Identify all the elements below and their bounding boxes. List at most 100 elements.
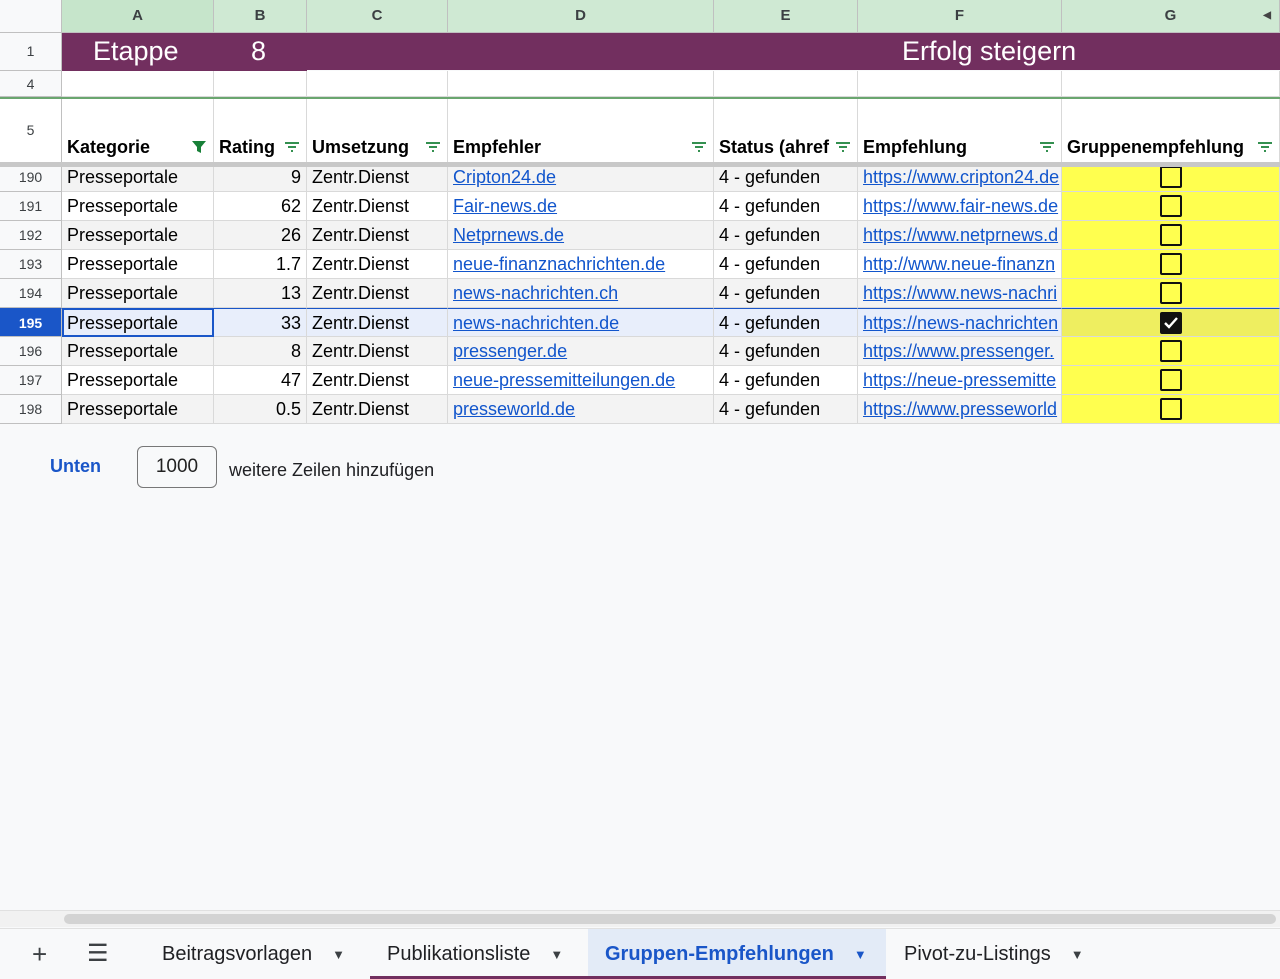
header-rating[interactable]: Rating xyxy=(214,99,307,163)
cell-empfehler[interactable]: Cripton24.de xyxy=(448,163,714,192)
cell-kategorie[interactable]: Presseportale xyxy=(62,308,214,337)
header-empfehlung[interactable]: Empfehlung xyxy=(858,99,1062,163)
sheet-tab-beitragsvorlagen[interactable]: Beitragsvorlagen ▼ xyxy=(162,929,362,979)
header-empfehler[interactable]: Empfehler xyxy=(448,99,714,163)
filter-icon[interactable] xyxy=(284,140,300,154)
cell-umsetzung[interactable]: Zentr.Dienst xyxy=(307,308,448,337)
scrollbar-thumb[interactable] xyxy=(64,914,1276,924)
cell-empfehler[interactable]: presseworld.de xyxy=(448,395,714,424)
row-count-input[interactable]: 1000 xyxy=(137,446,217,488)
cell-umsetzung[interactable]: Zentr.Dienst xyxy=(307,337,448,366)
checkbox[interactable] xyxy=(1159,253,1182,275)
empfehler-link[interactable]: news-nachrichten.de xyxy=(453,313,619,333)
checkbox[interactable] xyxy=(1159,166,1182,188)
row-header[interactable]: 194 xyxy=(0,279,62,308)
header-gruppenempfehlung[interactable]: Gruppenempfehlung xyxy=(1062,99,1280,163)
checkbox[interactable] xyxy=(1159,340,1182,362)
column-header-a[interactable]: A xyxy=(62,0,214,33)
cell-status[interactable]: 4 - gefunden xyxy=(714,163,858,192)
cell-kategorie[interactable]: Presseportale xyxy=(62,366,214,395)
cell-rating[interactable]: 26 xyxy=(214,221,307,250)
checkbox[interactable] xyxy=(1159,398,1182,420)
cell-gruppenempfehlung[interactable] xyxy=(1062,366,1280,395)
cell-gruppenempfehlung[interactable] xyxy=(1062,250,1280,279)
frozen-rows-divider[interactable] xyxy=(0,162,1280,167)
cell-gruppenempfehlung[interactable] xyxy=(1062,395,1280,424)
sheet-tab-publikationsliste[interactable]: Publikationsliste ▼ xyxy=(370,929,588,979)
cell-empfehlung[interactable]: https://neue-pressemitte xyxy=(858,366,1062,395)
chevron-down-icon[interactable]: ▼ xyxy=(1071,947,1084,962)
filter-icon[interactable] xyxy=(835,140,851,154)
row-header[interactable]: 197 xyxy=(0,366,62,395)
add-sheet-icon[interactable]: + xyxy=(32,941,47,967)
cell-gruppenempfehlung[interactable] xyxy=(1062,337,1280,366)
cell-kategorie[interactable]: Presseportale xyxy=(62,250,214,279)
filter-icon[interactable] xyxy=(425,140,441,154)
header-status[interactable]: Status (ahref xyxy=(714,99,858,163)
empfehler-link[interactable]: Fair-news.de xyxy=(453,196,557,216)
column-header-e[interactable]: E xyxy=(714,0,858,33)
row-header[interactable]: 1 xyxy=(0,33,62,71)
cell-umsetzung[interactable]: Zentr.Dienst xyxy=(307,279,448,308)
row-header[interactable]: 192 xyxy=(0,221,62,250)
header-kategorie[interactable]: Kategorie xyxy=(62,99,214,163)
filter-icon[interactable] xyxy=(1039,140,1055,154)
cell-status[interactable]: 4 - gefunden xyxy=(714,337,858,366)
filter-active-icon[interactable] xyxy=(191,140,207,154)
row-header[interactable]: 5 xyxy=(0,99,62,163)
empfehler-link[interactable]: Netprnews.de xyxy=(453,225,564,245)
column-header-d[interactable]: D xyxy=(448,0,714,33)
row-header[interactable]: 193 xyxy=(0,250,62,279)
cell-empfehler[interactable]: Fair-news.de xyxy=(448,192,714,221)
empfehlung-link[interactable]: https://www.pressenger. xyxy=(863,341,1054,361)
cell-empfehler[interactable]: neue-finanznachrichten.de xyxy=(448,250,714,279)
cell-umsetzung[interactable]: Zentr.Dienst xyxy=(307,192,448,221)
cell-status[interactable]: 4 - gefunden xyxy=(714,250,858,279)
stage-value[interactable]: 8 xyxy=(214,33,307,71)
row-header[interactable]: 198 xyxy=(0,395,62,424)
cell-umsetzung[interactable]: Zentr.Dienst xyxy=(307,366,448,395)
cell-status[interactable]: 4 - gefunden xyxy=(714,366,858,395)
cell-status[interactable]: 4 - gefunden xyxy=(714,308,858,337)
row-header[interactable]: 190 xyxy=(0,163,62,192)
checkbox[interactable] xyxy=(1159,195,1182,217)
cell-rating[interactable]: 47 xyxy=(214,366,307,395)
chevron-down-icon[interactable]: ▼ xyxy=(550,947,563,962)
filter-icon[interactable] xyxy=(691,140,707,154)
cell-empfehlung[interactable]: http://www.neue-finanzn xyxy=(858,250,1062,279)
row-header[interactable]: 191 xyxy=(0,192,62,221)
cell-kategorie[interactable]: Presseportale xyxy=(62,221,214,250)
row-header[interactable]: 4 xyxy=(0,71,62,97)
banner-merged-cell[interactable] xyxy=(307,33,1280,70)
empfehlung-link[interactable]: https://www.presseworld xyxy=(863,399,1057,419)
chevron-down-icon[interactable]: ▼ xyxy=(854,947,867,962)
cell-umsetzung[interactable]: Zentr.Dienst xyxy=(307,395,448,424)
cell-rating[interactable]: 1.7 xyxy=(214,250,307,279)
cell-empfehler[interactable]: news-nachrichten.ch xyxy=(448,279,714,308)
empfehlung-link[interactable]: https://www.cripton24.de xyxy=(863,167,1059,187)
cell[interactable] xyxy=(448,71,714,97)
empfehlung-link[interactable]: https://news-nachrichten xyxy=(863,313,1058,333)
column-header-f[interactable]: F xyxy=(858,0,1062,33)
cell-empfehler[interactable]: news-nachrichten.de xyxy=(448,308,714,337)
empfehler-link[interactable]: Cripton24.de xyxy=(453,167,556,187)
cell-gruppenempfehlung[interactable] xyxy=(1062,308,1280,337)
cell-status[interactable]: 4 - gefunden xyxy=(714,221,858,250)
filter-icon[interactable] xyxy=(1257,140,1273,154)
cell[interactable] xyxy=(858,71,1062,97)
cell-gruppenempfehlung[interactable] xyxy=(1062,163,1280,192)
empfehler-link[interactable]: pressenger.de xyxy=(453,341,567,361)
cell[interactable] xyxy=(307,71,448,97)
cell-status[interactable]: 4 - gefunden xyxy=(714,192,858,221)
cell-empfehlung[interactable]: https://www.fair-news.de xyxy=(858,192,1062,221)
cell-kategorie[interactable]: Presseportale xyxy=(62,279,214,308)
cell-empfehlung[interactable]: https://www.news-nachri xyxy=(858,279,1062,308)
cell-gruppenempfehlung[interactable] xyxy=(1062,192,1280,221)
cell-umsetzung[interactable]: Zentr.Dienst xyxy=(307,221,448,250)
row-header[interactable]: 195 xyxy=(0,308,62,337)
cell-gruppenempfehlung[interactable] xyxy=(1062,221,1280,250)
sheet-tab-gruppen-empfehlungen[interactable]: Gruppen-Empfehlungen ▼ xyxy=(588,929,886,979)
empfehlung-link[interactable]: http://www.neue-finanzn xyxy=(863,254,1055,274)
empfehler-link[interactable]: presseworld.de xyxy=(453,399,575,419)
column-header-c[interactable]: C xyxy=(307,0,448,33)
